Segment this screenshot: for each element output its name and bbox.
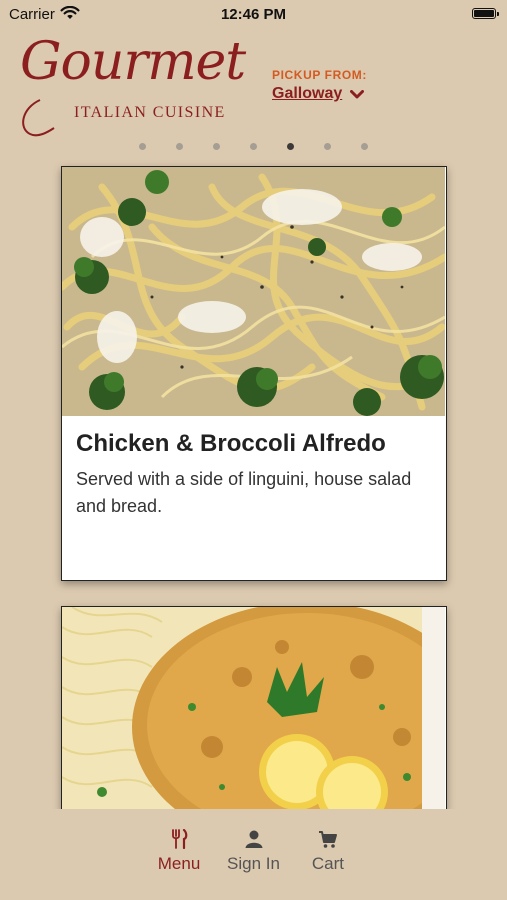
status-bar: Carrier 12:46 PM	[0, 0, 507, 28]
menu-item-card[interactable]: Chicken & Broccoli Alfredo Served with a…	[61, 166, 447, 581]
chevron-down-icon[interactable]	[350, 89, 365, 99]
page-dot[interactable]	[287, 143, 294, 150]
pickup-location-name[interactable]: Galloway	[272, 85, 342, 103]
page-dot[interactable]	[361, 143, 368, 150]
logo: Gourmet ITALIAN CUISINE	[18, 28, 250, 140]
pasta-alfredo-photo	[62, 167, 445, 416]
page-dot[interactable]	[250, 143, 257, 150]
menu-item-title: Chicken & Broccoli Alfredo	[76, 430, 386, 457]
pickup-label: PICKUP FROM:	[272, 68, 367, 82]
tab-cart-label: Cart	[311, 854, 345, 873]
page-dot[interactable]	[324, 143, 331, 150]
logo-subtitle: ITALIAN CUISINE	[74, 104, 226, 121]
tab-sign-in[interactable]: Sign In	[227, 829, 280, 874]
page-dot[interactable]	[176, 143, 183, 150]
page-dot[interactable]	[139, 143, 146, 150]
logo-swoosh-icon	[22, 99, 55, 137]
battery-icon	[472, 8, 499, 19]
fork-knife-icon	[172, 829, 188, 849]
chicken-francese-photo	[62, 607, 445, 810]
page-indicator[interactable]	[0, 143, 507, 151]
logo-script-text: Gourmet	[20, 32, 246, 92]
menu-item-card[interactable]	[61, 606, 447, 811]
tab-sign-in-label: Sign In	[227, 854, 280, 873]
pickup-selector[interactable]: PICKUP FROM: Galloway	[272, 68, 367, 103]
pickup-location-dropdown[interactable]: Galloway	[272, 85, 367, 103]
tab-bar: Menu Sign In Cart	[0, 809, 507, 900]
page-dot[interactable]	[213, 143, 220, 150]
menu-item-description: Served with a side of linguini, house sa…	[76, 469, 412, 516]
person-icon	[245, 830, 262, 848]
tab-cart[interactable]: Cart	[304, 829, 352, 874]
cart-icon	[318, 831, 337, 848]
tab-menu-label: Menu	[157, 854, 201, 873]
status-time: 12:46 PM	[220, 6, 287, 23]
tab-menu[interactable]: Menu	[155, 829, 203, 874]
